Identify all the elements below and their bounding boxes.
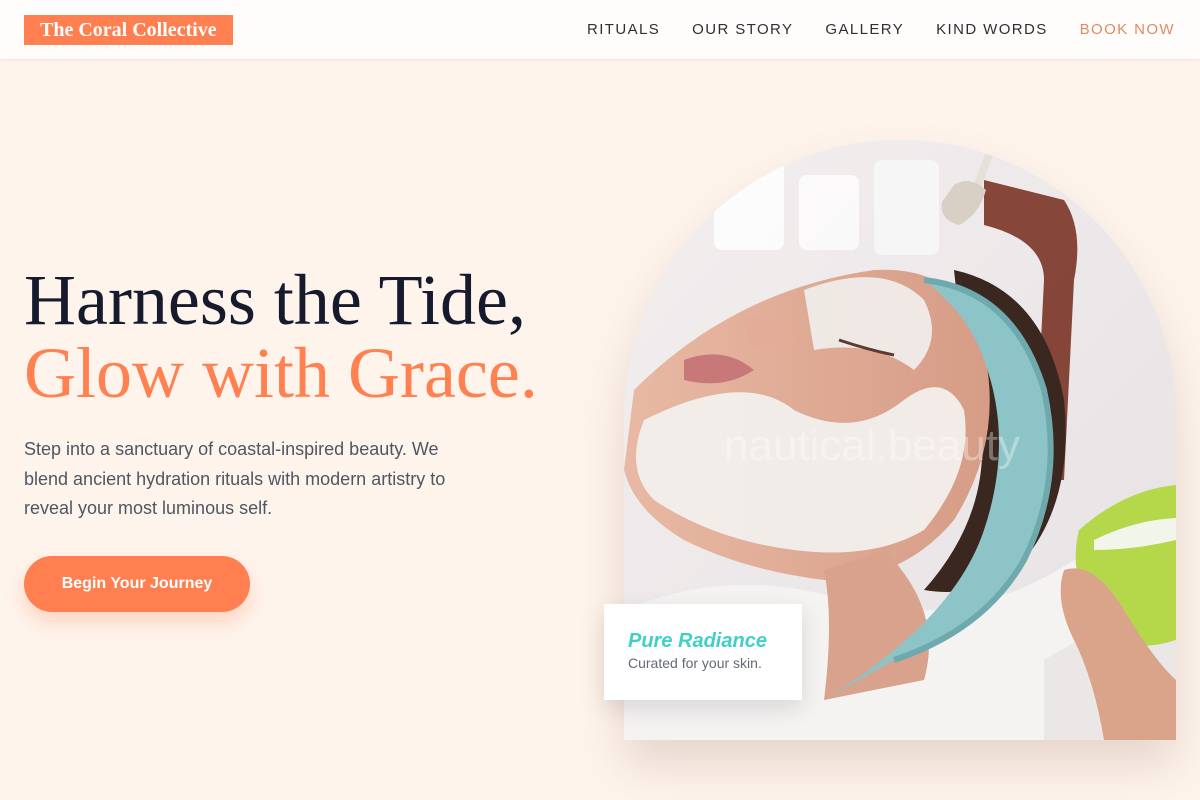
pure-radiance-badge: Pure Radiance Curated for your skin. [604,604,802,700]
image-watermark: nautical.beauty [724,421,1020,470]
nav-link-gallery[interactable]: GALLERY [825,21,904,38]
hero-title-line2: Glow with Grace. [24,333,538,413]
begin-journey-button[interactable]: Begin Your Journey [24,556,250,612]
hero-description: Step into a sanctuary of coastal-inspire… [24,439,446,518]
badge-title: Pure Radiance [628,630,767,652]
nav-link-book-now[interactable]: BOOK NOW [1080,21,1175,38]
nav-link-rituals[interactable]: RITUALS [587,21,660,38]
hero-title-line1: Harness the Tide, [24,260,526,340]
nav-link-our-story[interactable]: OUR STORY [692,21,793,38]
brand-logo[interactable]: The Coral Collective [24,15,233,45]
navbar: The Coral Collective RITUALS OUR STORY G… [0,0,1200,60]
nav-links: RITUALS OUR STORY GALLERY KIND WORDS BOO… [587,0,1175,60]
badge-subtitle: Curated for your skin. [628,655,762,671]
nav-link-kind-words[interactable]: KIND WORDS [936,21,1048,38]
hero-title: Harness the Tide, Glow with Grace. [24,264,538,410]
